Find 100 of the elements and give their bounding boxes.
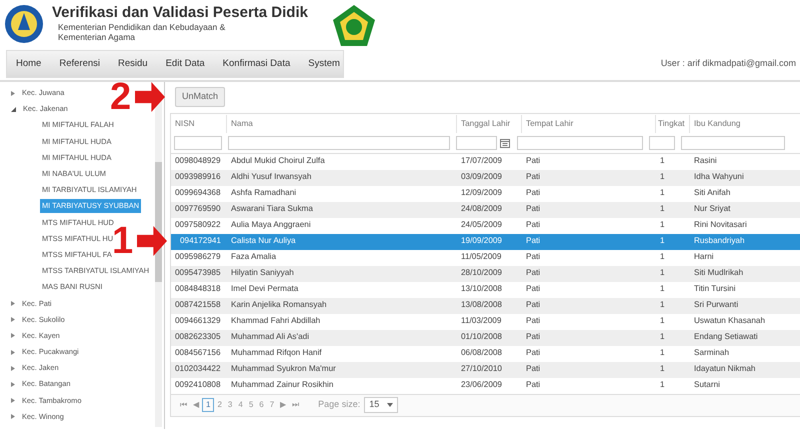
table-cell-text: 1: [659, 187, 666, 200]
table-cell-text: 1: [659, 219, 666, 232]
menu-item[interactable]: Edit Data: [156, 51, 214, 77]
table-cell-text: 0099694368: [174, 187, 222, 200]
table-cell-text: Faza Amalia: [230, 251, 278, 264]
table-cell-text: Khammad Fahri Abdillah: [230, 315, 322, 328]
column-header[interactable]: Tanggal Lahir: [457, 114, 522, 132]
table-row[interactable]: 0092410808 Muhammad Zainur Rosikhin 23/06/2009 Pati 1 Sutarni: [171, 378, 800, 394]
table-row[interactable]: 0084567156 Muhammad Rifqon Hanif 06/08/2008 Pati 1 Sarminah: [171, 346, 800, 362]
table-cell-text: Rini Novitasari: [693, 219, 748, 232]
table-cell-text: 1: [659, 363, 666, 376]
filter-field[interactable]: [456, 136, 497, 150]
table-cell-text: Aswarani Tiara Sukma: [230, 203, 314, 216]
table-cell-text: 0093989916: [174, 171, 222, 184]
column-header[interactable]: Tingkat: [656, 114, 690, 132]
user-label: User : arif dikmadpati@gmail.com: [660, 57, 796, 70]
table-row[interactable]: 0098048929 Abdul Mukid Choirul Zulfa 17/07/2009 Pati 1 Rasini: [171, 154, 800, 170]
table-cell-text: 23/06/2009: [460, 379, 503, 392]
table-row[interactable]: 0097769590 Aswarani Tiara Sukma 24/08/2009 Pati 1 Nur Sriyat: [171, 202, 800, 218]
menu-item[interactable]: Referensi: [50, 51, 110, 77]
column-header[interactable]: Ibu Kandung: [690, 114, 800, 132]
table-cell-text: Rusbandriyah: [693, 235, 746, 248]
filter-field[interactable]: [681, 136, 785, 150]
table-cell-text: 1: [659, 331, 666, 344]
expander-icon[interactable]: [11, 414, 15, 420]
table-cell-text: 27/10/2010: [460, 363, 503, 376]
expander-icon[interactable]: [11, 317, 15, 322]
table-cell-text: Pati: [525, 379, 542, 392]
ministry-pentagon-emblem-icon: [332, 4, 376, 48]
table-cell-text: 1: [659, 171, 666, 184]
filter-field[interactable]: [228, 136, 450, 150]
table-row[interactable]: 0097580922 Aulia Maya Anggraeni 24/05/2009 Pati 1 Rini Novitasari: [171, 218, 800, 234]
menu-item[interactable]: Residu: [109, 51, 157, 77]
table-cell-text: Pati: [525, 315, 542, 328]
menu-item[interactable]: Home: [7, 51, 50, 77]
annotation-number: 1: [112, 226, 134, 256]
table-cell-text: Muhammad Ali As'adi: [230, 331, 310, 344]
table-row[interactable]: 0102034422 Muhammad Syukron Ma'mur 27/10/2010 Pati 1 Idayatun Nikmah: [171, 362, 800, 378]
table-row[interactable]: 0087421558 Karin Anjelika Romansyah 13/08/2008 Pati 1 Sri Purwanti: [171, 298, 800, 314]
menu-item[interactable]: Konfirmasi Data: [214, 51, 300, 77]
filter-field[interactable]: [517, 136, 643, 150]
table-cell-text: Nur Sriyat: [693, 203, 732, 216]
table-cell-text: Pati: [525, 347, 542, 360]
table-cell-text: Pati: [525, 299, 542, 312]
subtitle-text: Kementerian Pendidikan dan Kebudayaan &: [57, 22, 226, 32]
table-row[interactable]: 0099694368 Ashfa Ramadhani 12/09/2009 Pati 1 Siti Anifah: [171, 186, 800, 202]
table-cell-text: Pati: [525, 331, 542, 344]
table-cell-text: Aldhi Yusuf Irwansyah: [230, 171, 312, 184]
table-cell-text: 0092410808: [174, 379, 222, 392]
table-cell-text: Pati: [525, 171, 542, 184]
filter-field[interactable]: [174, 136, 222, 150]
menu-item[interactable]: System: [299, 51, 349, 77]
column-header[interactable]: Tempat Lahir: [522, 114, 656, 132]
table-cell-text: 01/10/2008: [460, 331, 503, 344]
table-cell-text: Sarminah: [693, 347, 730, 360]
table-cell-text: 11/03/2009: [460, 315, 502, 328]
table-cell-text: 0095986279: [174, 251, 222, 264]
expander-icon[interactable]: [11, 366, 15, 371]
ministry-emblem-icon: [4, 4, 44, 44]
table-cell-text: 24/08/2009: [460, 203, 503, 216]
table-cell-text: Calista Nur Auliya: [230, 235, 297, 248]
expander-icon[interactable]: [11, 333, 15, 338]
table-row[interactable]: 0094661329 Khammad Fahri Abdillah 11/03/2009 Pati 1 Uswatun Khasanah: [171, 314, 800, 330]
table-row[interactable]: 0082623305 Muhammad Ali As'adi 01/10/2008 Pati 1 Endang Setiawati: [171, 330, 800, 346]
table-cell-text: Harni: [693, 251, 715, 264]
expander-icon[interactable]: [11, 398, 15, 404]
table-cell-text: 1: [659, 267, 666, 280]
table-cell-text: 1: [659, 379, 666, 392]
expander-icon[interactable]: [11, 301, 15, 306]
expander-icon[interactable]: [11, 382, 15, 387]
subtitle-text: Kementerian Agama: [57, 32, 136, 42]
table-cell-text: Uswatun Khasanah: [693, 315, 766, 328]
column-header[interactable]: NISN: [171, 114, 227, 132]
table-cell-text: 24/05/2009: [460, 219, 503, 232]
page-size-label: Page size:: [318, 398, 360, 412]
scrollbar[interactable]: [155, 92, 162, 427]
unmatch-button[interactable]: UnMatch: [175, 87, 226, 106]
table-cell-text: Pati: [525, 251, 542, 264]
calendar-icon[interactable]: [500, 138, 510, 148]
page-size-select[interactable]: 15: [364, 397, 398, 413]
page-link[interactable]: 1: [202, 398, 214, 412]
table-row[interactable]: 0095473985 Hilyatin Saniyyah 28/10/2009 Pati 1 Siti Mudlrikah: [171, 266, 800, 282]
table-cell-text: 1: [659, 155, 666, 168]
column-header[interactable]: Nama: [227, 114, 457, 132]
table-cell-text: Pati: [525, 267, 542, 280]
expander-icon[interactable]: [11, 90, 15, 96]
table-cell-text: 19/09/2009: [460, 235, 503, 248]
table-cell-text: 0082623305: [174, 331, 222, 344]
table-cell-text: Karin Anjelika Romansyah: [230, 299, 328, 312]
expander-icon[interactable]: [11, 106, 16, 112]
table-row[interactable]: 0095986279 Faza Amalia 11/05/2009 Pati 1 Harni: [171, 250, 800, 266]
expander-icon[interactable]: [11, 350, 15, 355]
table-cell-text: 13/10/2008: [460, 283, 503, 296]
annotation-number: 2: [110, 82, 132, 112]
table-cell-text: 0087421558: [174, 299, 222, 312]
table-row[interactable]: 0093989916 Aldhi Yusuf Irwansyah 03/09/2009 Pati 1 Idha Wahyuni: [171, 170, 800, 186]
annotation-arrow: [135, 82, 166, 112]
table-cell-text: Aulia Maya Anggraeni: [230, 219, 312, 232]
filter-field[interactable]: [649, 136, 675, 150]
table-row[interactable]: 0084848318 Imel Devi Permata 13/10/2008 Pati 1 Titin Tursini: [171, 282, 800, 298]
